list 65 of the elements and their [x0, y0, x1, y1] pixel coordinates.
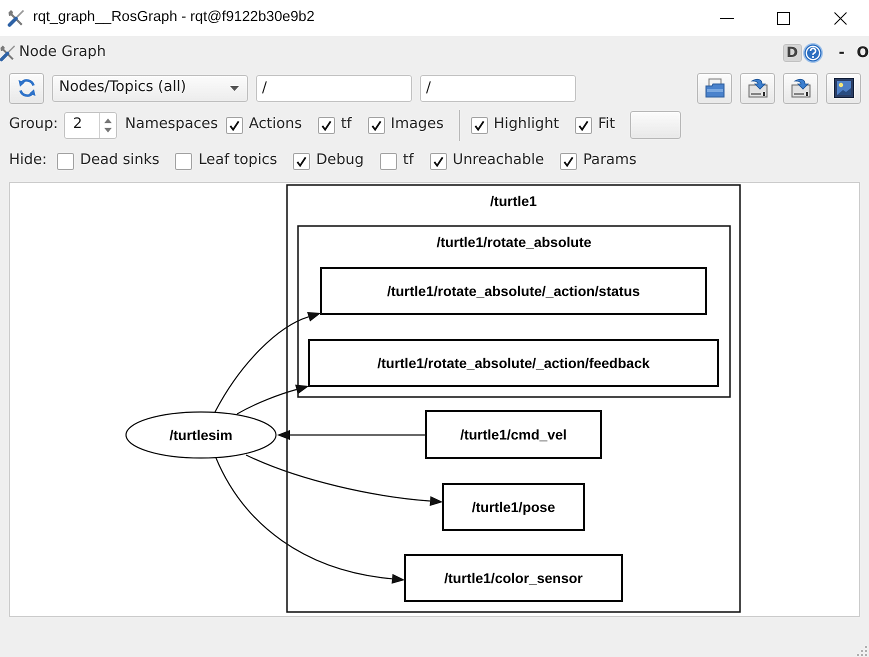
hide-label: Hide: [9, 152, 47, 170]
caret-icon [230, 86, 239, 90]
help-icon[interactable] [802, 43, 823, 63]
picture-icon [834, 78, 854, 98]
option-label: Namespaces [125, 116, 218, 134]
checkbox-label: Images [390, 116, 444, 134]
checkbox[interactable] [380, 152, 397, 170]
checkbox-label: Highlight [494, 116, 560, 134]
checkmark-icon [320, 120, 332, 130]
checkbox[interactable] [175, 152, 192, 170]
checkbox[interactable] [293, 152, 310, 170]
save-button[interactable] [740, 72, 775, 104]
close-icon [834, 12, 847, 24]
checkbox-label: tf [340, 116, 352, 134]
checkbox-label: Unreachable [452, 152, 544, 170]
checkbox[interactable] [226, 116, 243, 134]
checkbox-label: tf [402, 152, 414, 170]
node-ellipse: /turtlesim [125, 411, 277, 459]
checkmark-icon [228, 120, 240, 130]
mode-dropdown[interactable]: Nodes/Topics (all) [52, 74, 248, 102]
topic-box: /turtle1/rotate_absolute/_action/feedback [308, 339, 719, 387]
save-icon [748, 78, 768, 98]
resize-grip-icon [857, 646, 867, 656]
save-button[interactable] [783, 72, 818, 104]
checkbox[interactable] [368, 116, 385, 134]
window-title: rqt_graph__RosGraph - rqt@f9122b30e9b2 [33, 9, 315, 27]
filter-field[interactable]: / [420, 74, 576, 102]
checkbox-label: Leaf topics [198, 152, 278, 170]
save-image-button[interactable] [826, 72, 861, 104]
checkbox[interactable] [430, 152, 447, 170]
tools-icon [0, 44, 16, 62]
plugin-title: Node Graph [19, 44, 106, 62]
checkbox[interactable] [560, 152, 578, 170]
checkbox-label: Dead sinks [80, 152, 160, 170]
tools-icon [7, 9, 25, 27]
checkbox-label: Fit [598, 116, 616, 134]
group-label: Group: [9, 116, 58, 134]
checkbox[interactable] [318, 116, 335, 134]
checkmark-icon [432, 156, 444, 166]
dock-button[interactable]: D [782, 44, 802, 62]
topic-box: /turtle1/rotate_absolute/_action/status [320, 267, 707, 315]
checkbox[interactable] [470, 116, 488, 134]
checkmark-icon [370, 120, 382, 130]
refresh-button[interactable] [9, 72, 44, 104]
checkbox[interactable] [575, 116, 592, 134]
checkbox-label: Params [583, 152, 637, 170]
folder-icon [704, 78, 724, 98]
topic-box: /turtle1/cmd_vel [425, 410, 602, 459]
checkbox-label: Debug [316, 152, 364, 170]
topic-box: /turtle1/color_sensor [404, 554, 623, 602]
maximize-icon [777, 12, 790, 24]
filter-field[interactable]: / [256, 74, 412, 102]
checkbox-label: Actions [248, 116, 302, 134]
checkmark-icon [296, 156, 308, 166]
checkmark-icon [578, 120, 590, 130]
minimize-button[interactable]: - [838, 46, 845, 60]
refresh-icon [16, 78, 36, 98]
topic-box: /turtle1/pose [442, 483, 585, 531]
checkmark-icon [563, 156, 574, 166]
checkbox[interactable] [56, 152, 74, 170]
save-icon [790, 78, 810, 98]
group-spinbox[interactable]: 2 [64, 112, 118, 138]
open-button[interactable] [697, 72, 732, 104]
float-button[interactable]: O [856, 46, 869, 60]
checkmark-icon [474, 120, 485, 130]
